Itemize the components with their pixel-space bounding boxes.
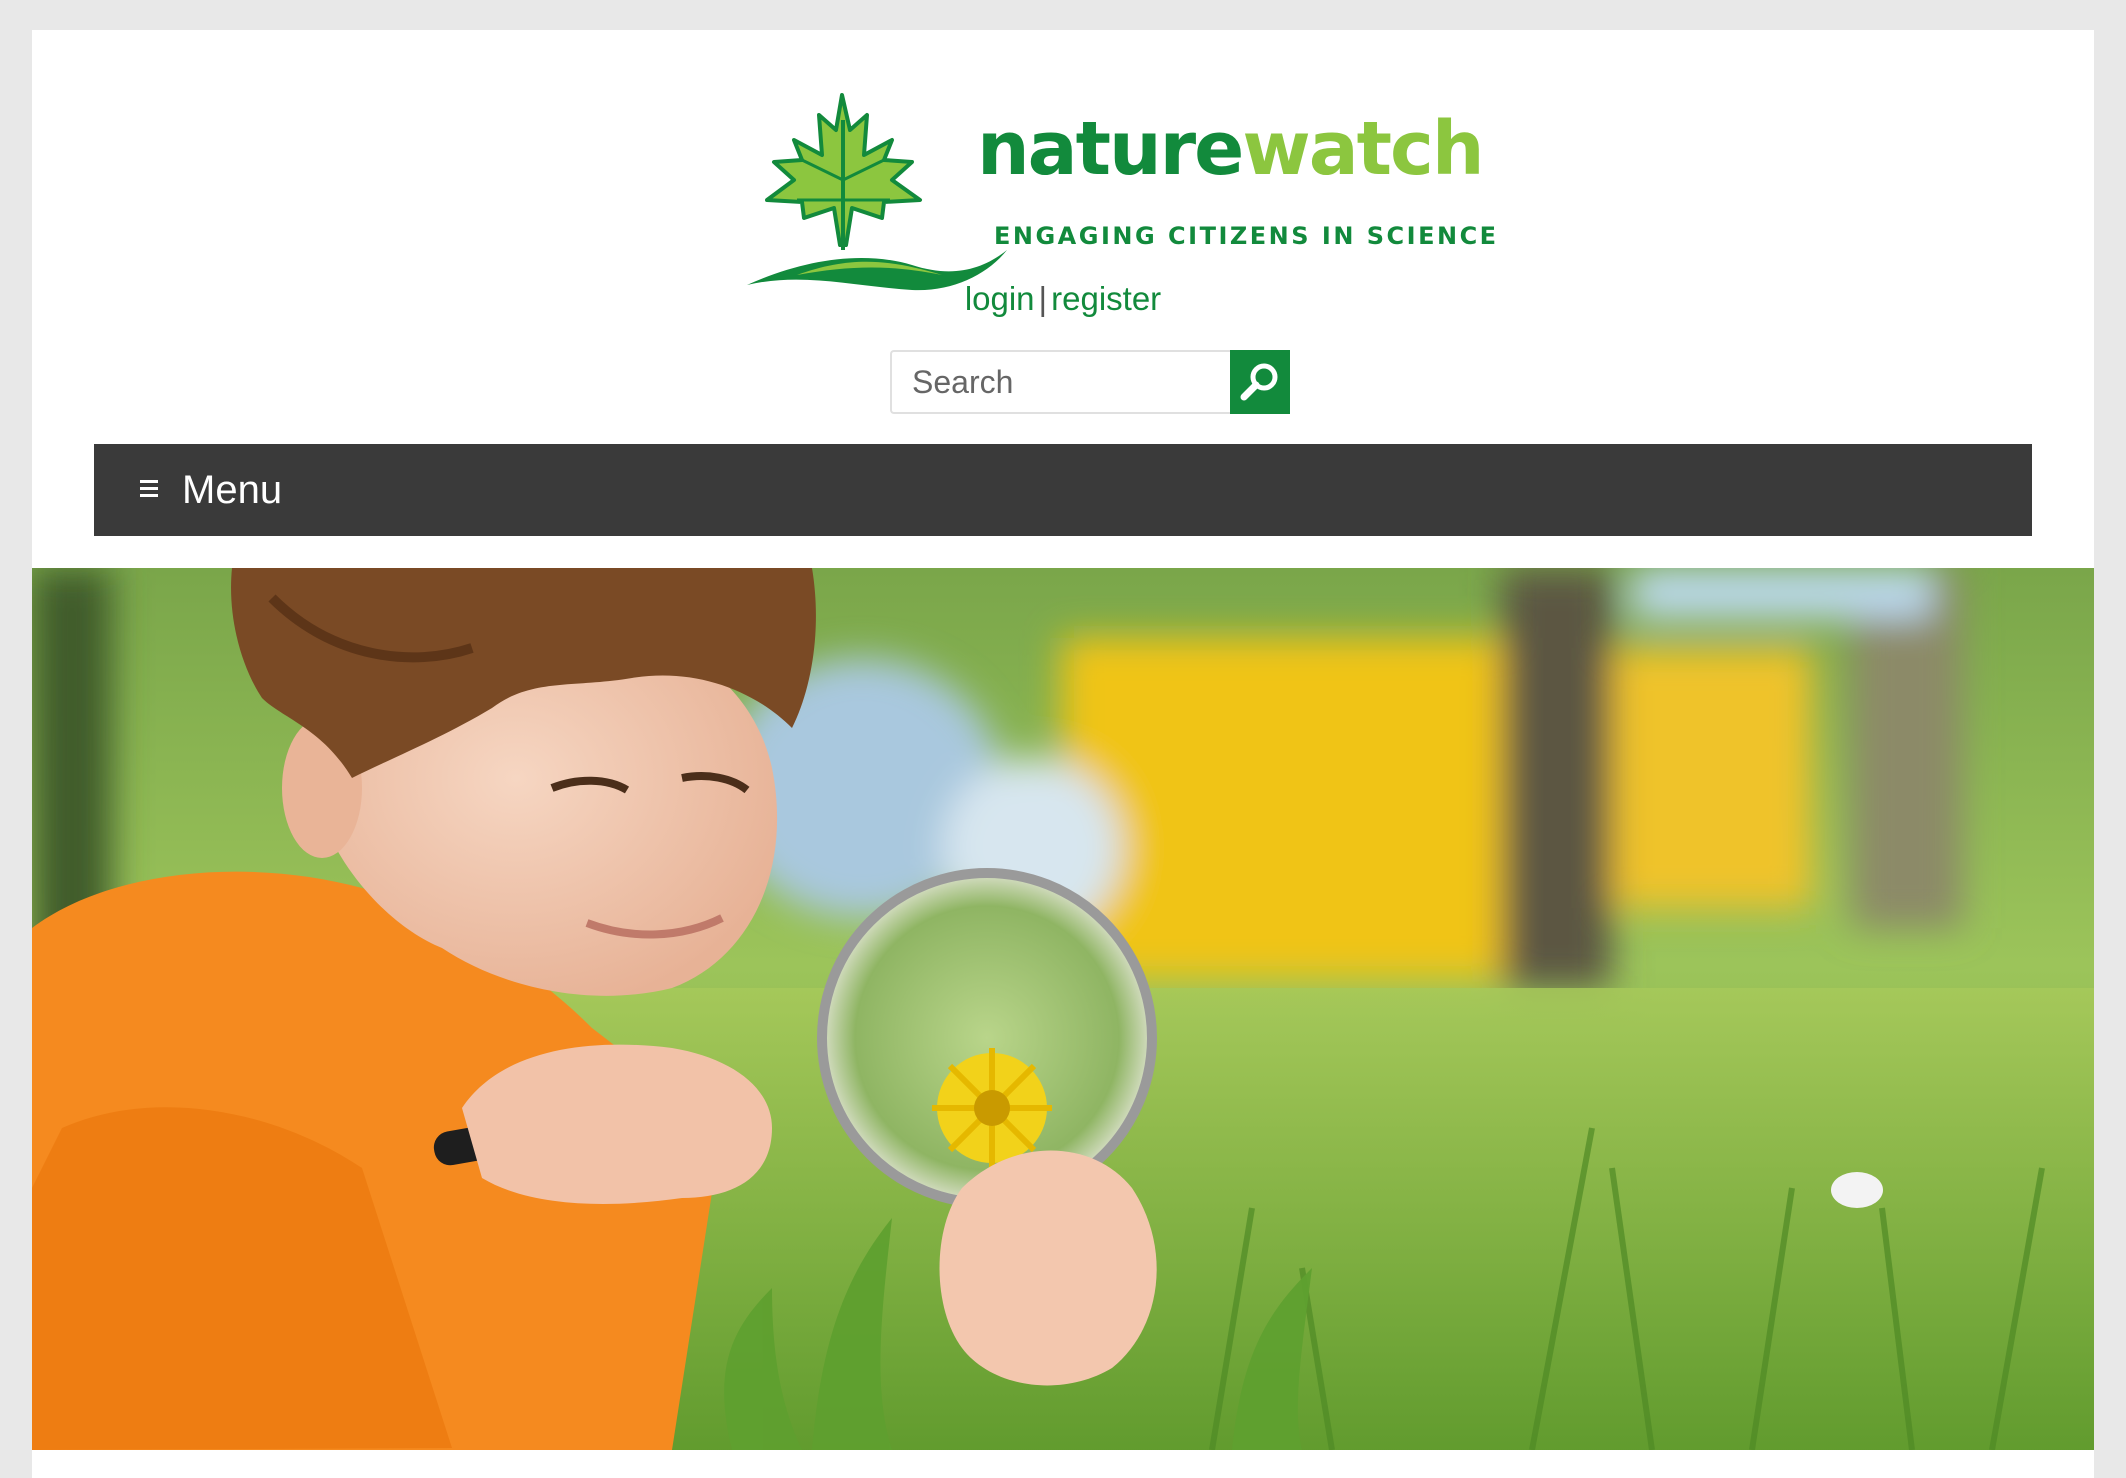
wordmark-watch: watch	[1242, 106, 1484, 192]
search-input[interactable]	[890, 350, 1230, 414]
menu-toggle[interactable]: Menu	[94, 444, 2032, 536]
login-link[interactable]: login	[965, 280, 1035, 317]
menu-label: Menu	[182, 468, 283, 512]
register-link[interactable]: register	[1051, 280, 1161, 317]
page: naturewatch ENGAGING CITIZENS IN SCIENCE…	[32, 30, 2094, 1478]
site-header: naturewatch ENGAGING CITIZENS IN SCIENCE…	[32, 30, 2094, 568]
logo-wordmark: naturewatch	[977, 112, 1485, 186]
search-button[interactable]	[1230, 350, 1290, 414]
site-logo[interactable]: naturewatch ENGAGING CITIZENS IN SCIENCE	[742, 60, 1496, 305]
auth-separator: |	[1038, 280, 1048, 317]
hero-banner	[32, 568, 2094, 1450]
wordmark-nature: nature	[977, 106, 1244, 192]
hamburger-icon	[140, 480, 158, 500]
logo-tagline: ENGAGING CITIZENS IN SCIENCE	[994, 222, 1499, 250]
auth-links: login | register	[32, 280, 2094, 318]
magnifier-icon	[1240, 363, 1278, 401]
search-form	[890, 350, 1290, 414]
hero-photo	[32, 568, 2094, 1450]
